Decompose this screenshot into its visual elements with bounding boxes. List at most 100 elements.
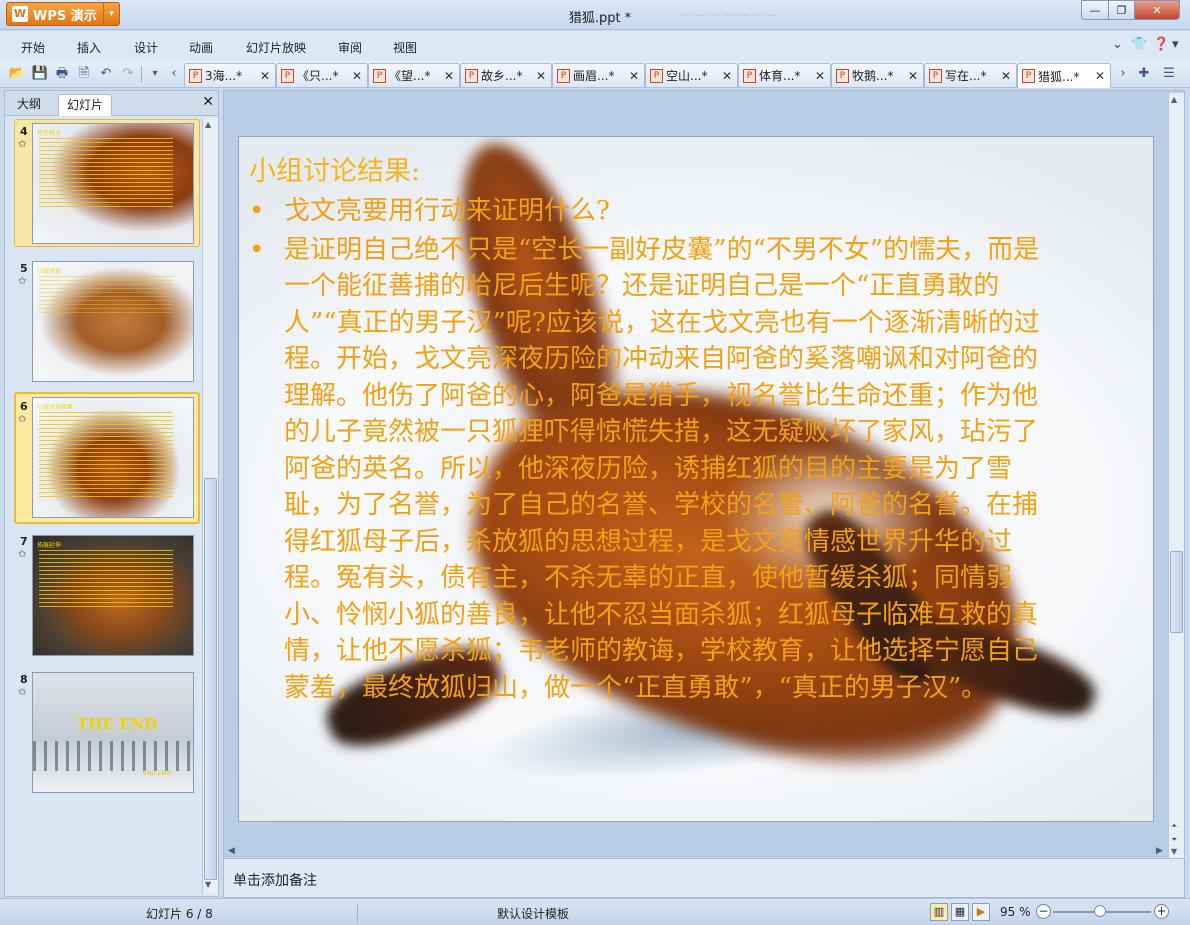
doc-tab-8[interactable]: P 牧鹅...* ✕: [831, 63, 924, 87]
normal-view-icon[interactable]: ▥: [930, 903, 948, 921]
thumbnail-text-lines: [39, 138, 173, 208]
redo-icon[interactable]: ↷: [119, 65, 137, 83]
skin-icon[interactable]: 👕: [1131, 37, 1147, 52]
slide-thumbnail-5[interactable]: 小组讨论: [32, 261, 194, 382]
doc-tab-7[interactable]: P 体育...* ✕: [738, 63, 831, 87]
slide-thumbnail-4[interactable]: 写作特点: [32, 123, 194, 244]
close-tab-icon[interactable]: ✕: [813, 69, 827, 83]
close-tab-icon[interactable]: ✕: [534, 69, 548, 83]
current-slide[interactable]: 小组讨论结果: 戈文亮要用行动来证明什么? 是证明自己绝不只是“空长一副好皮囊”…: [238, 136, 1154, 822]
slide-thumbnail-7[interactable]: 拓展延伸: [32, 535, 194, 656]
close-tab-icon[interactable]: ✕: [627, 69, 641, 83]
thumbnail-title: 拓展延伸: [37, 542, 62, 549]
tab-list-icon[interactable]: ☰: [1160, 65, 1178, 83]
slideshow-icon[interactable]: ▶: [972, 903, 990, 921]
menu-slideshow[interactable]: 幻灯片放映: [246, 39, 306, 56]
close-tab-icon[interactable]: ✕: [906, 69, 920, 83]
menu-insert[interactable]: 插入: [77, 39, 101, 56]
print-preview-icon[interactable]: 🗎: [75, 65, 93, 83]
thumbnail-number: 5: [20, 262, 28, 275]
close-tab-icon[interactable]: ✕: [1093, 69, 1107, 83]
close-tab-icon[interactable]: ✕: [258, 69, 272, 83]
animation-star-icon: ✩: [18, 276, 27, 287]
zoom-level: 95 %: [1000, 905, 1031, 919]
toolbar-separator: [141, 66, 142, 83]
animation-star-icon: ✩: [18, 549, 27, 560]
close-icon: ✕: [1152, 3, 1162, 17]
close-tab-icon[interactable]: ✕: [350, 69, 364, 83]
print-icon[interactable]: 🖶: [53, 65, 71, 83]
doc-tab-4[interactable]: P 故乡...* ✕: [460, 63, 552, 87]
tree-line-decor: [33, 741, 193, 771]
help-icon[interactable]: ❓: [1153, 37, 1169, 52]
doc-tab-label: 故乡...*: [481, 69, 523, 83]
next-slide-icon[interactable]: ⏷: [1171, 835, 1177, 845]
open-folder-icon[interactable]: 📂: [8, 65, 26, 83]
doc-tab-9[interactable]: P 写在...* ✕: [924, 63, 1017, 87]
horizontal-scrollbar[interactable]: ◀ ▶: [226, 846, 1166, 858]
vertical-scrollbar[interactable]: ▲ ⏶ ⏷ ▼: [1168, 93, 1184, 858]
menu-view[interactable]: 视图: [393, 39, 417, 56]
close-button[interactable]: ✕: [1134, 0, 1180, 20]
menu-home[interactable]: 开始: [21, 39, 45, 56]
maximize-icon: ❐: [1116, 3, 1127, 17]
prev-slide-icon[interactable]: ⏶: [1171, 821, 1177, 831]
slide-sorter-icon[interactable]: ▦: [951, 903, 969, 921]
scroll-thumb[interactable]: [1170, 551, 1183, 633]
menu-design[interactable]: 设计: [134, 39, 158, 56]
maximize-button[interactable]: ❐: [1108, 0, 1135, 20]
slide-title: 小组讨论结果:: [249, 156, 421, 187]
slide-thumbnail-6[interactable]: 小组讨论结果: [32, 397, 194, 518]
undo-icon[interactable]: ↶: [97, 65, 115, 83]
doc-tab-6[interactable]: P 空山...* ✕: [645, 63, 738, 87]
animation-star-icon: ✩: [18, 687, 27, 698]
slide-edit-area: 小组讨论结果: 戈文亮要用行动来证明什么? 是证明自己绝不只是“空长一副好皮囊”…: [223, 90, 1185, 858]
scroll-up-icon[interactable]: ▲: [205, 120, 211, 129]
notes-placeholder: 单击添加备注: [233, 873, 317, 889]
thumbnail-number: 8: [20, 673, 28, 686]
tab-scroll-left-icon[interactable]: ‹: [165, 65, 183, 83]
zoom-out-icon[interactable]: −: [1036, 904, 1051, 919]
panel-tabs: 大纲 幻灯片 ✕: [5, 91, 218, 116]
zoom-in-icon[interactable]: +: [1154, 904, 1169, 919]
doc-tab-label: 猎狐...*: [1038, 69, 1080, 84]
dropdown-arrow-icon[interactable]: ▾: [103, 3, 119, 25]
collapse-ribbon-icon[interactable]: ⌄: [1112, 37, 1123, 52]
scroll-down-icon[interactable]: ▼: [205, 880, 211, 889]
template-name: 默认设计模板: [497, 907, 570, 921]
close-tab-icon[interactable]: ✕: [999, 69, 1013, 83]
menu-review[interactable]: 审阅: [338, 39, 362, 56]
slides-panel: 大纲 幻灯片 ✕ 4 ✩ 写作特点 5 ✩ 小组讨论 6 ✩ 小组讨论结果 7 …: [4, 90, 219, 897]
slide-text-box[interactable]: 小组讨论结果: 戈文亮要用行动来证明什么? 是证明自己绝不只是“空长一副好皮囊”…: [249, 153, 1049, 706]
scroll-right-icon[interactable]: ▶: [1156, 846, 1163, 856]
scroll-left-icon[interactable]: ◀: [228, 846, 235, 856]
tab-slides[interactable]: 幻灯片: [58, 94, 113, 116]
ppt-file-icon: P: [557, 68, 570, 83]
menu-animation[interactable]: 动画: [189, 39, 213, 56]
customize-dropdown-icon[interactable]: ▾: [146, 65, 164, 83]
slide-thumbnail-8[interactable]: THE END END END: [32, 672, 194, 793]
zoom-slider-knob[interactable]: [1094, 905, 1106, 917]
close-tab-icon[interactable]: ✕: [720, 69, 734, 83]
scroll-thumb[interactable]: [204, 478, 217, 880]
scroll-down-icon[interactable]: ▼: [1171, 847, 1177, 856]
doc-tab-1[interactable]: P 3海...* ✕: [184, 63, 276, 87]
minimize-button[interactable]: —: [1081, 0, 1109, 20]
help-dropdown-icon[interactable]: ▾: [1172, 37, 1179, 52]
doc-tab-active[interactable]: P 猎狐...* ✕: [1017, 63, 1111, 88]
close-tab-icon[interactable]: ✕: [442, 69, 456, 83]
tab-scroll-right-icon[interactable]: ›: [1114, 65, 1132, 83]
thumbnail-title: THE END: [77, 715, 158, 733]
scroll-up-icon[interactable]: ▲: [1171, 95, 1177, 104]
doc-tab-3[interactable]: P 《望...* ✕: [368, 63, 460, 87]
tab-outline[interactable]: 大纲: [9, 94, 49, 116]
panel-scrollbar[interactable]: ▲ ▼: [202, 118, 218, 894]
doc-tab-2[interactable]: P 《只...* ✕: [276, 63, 368, 87]
save-icon[interactable]: 💾: [31, 65, 49, 83]
close-panel-icon[interactable]: ✕: [202, 94, 214, 110]
wps-menu-button[interactable]: W WPS 演示 ▾: [6, 2, 120, 26]
doc-tab-5[interactable]: P 画眉...* ✕: [552, 63, 645, 87]
notes-pane[interactable]: 单击添加备注: [223, 858, 1185, 898]
ppt-file-icon: P: [465, 68, 478, 83]
new-tab-icon[interactable]: ✚: [1135, 65, 1153, 83]
